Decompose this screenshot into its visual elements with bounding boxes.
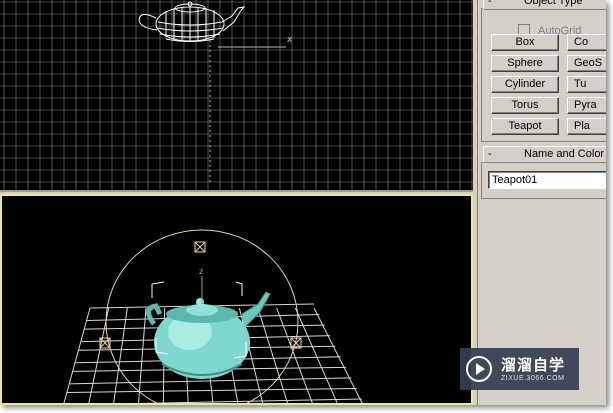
geosphere-button[interactable]: GeoS — [567, 55, 606, 72]
teapot-button[interactable]: Teapot — [491, 118, 559, 135]
tube-button[interactable]: Tu — [567, 76, 606, 93]
play-logo-icon — [466, 356, 492, 382]
teapot-wireframe-top — [138, 1, 246, 42]
cylinder-button[interactable]: Cylinder — [491, 76, 559, 93]
plane-button[interactable]: Pla — [567, 118, 606, 135]
perspective-viewport[interactable]: z — [0, 194, 473, 405]
sphere-button[interactable]: Sphere — [491, 55, 559, 72]
watermark-title: 溜溜自学 — [501, 357, 566, 374]
object-type-rollout-header[interactable]: - Object Type — [483, 0, 606, 10]
play-logo-glyph — [476, 363, 485, 375]
object-name-field[interactable]: Teapot01 — [488, 171, 606, 189]
name-and-color-rollout-header[interactable]: - Name and Color — [483, 146, 606, 163]
top-viewport-grid — [0, 0, 473, 190]
3dsmax-window: x z AutoGrid - Object Type Box Co Sphere… — [0, 0, 606, 405]
command-panel: AutoGrid - Object Type Box Co Sphere Geo… — [477, 0, 606, 405]
pyramid-button[interactable]: Pyra — [567, 97, 606, 114]
perspective-viewport-canvas[interactable]: z — [2, 196, 471, 403]
box-button[interactable]: Box — [491, 34, 559, 51]
name-and-color-title: Name and Color — [524, 148, 605, 160]
cone-button[interactable]: Co — [567, 34, 606, 51]
watermark-url: ZIXUE.3066.COM — [501, 375, 565, 382]
torus-button[interactable]: Torus — [491, 97, 559, 114]
top-viewport-canvas[interactable]: x — [0, 0, 473, 190]
watermark: 溜溜自学 ZIXUE.3066.COM — [460, 348, 579, 390]
object-type-title: Object Type — [524, 0, 583, 7]
name-and-color-collapse-icon[interactable]: - — [488, 147, 492, 162]
gizmo-handle-top — [194, 241, 206, 253]
object-type-collapse-icon[interactable]: - — [488, 0, 492, 9]
persp-axis-label: z — [199, 267, 203, 276]
top-viewport[interactable]: x — [0, 0, 473, 192]
top-axis-label: x — [287, 35, 293, 45]
